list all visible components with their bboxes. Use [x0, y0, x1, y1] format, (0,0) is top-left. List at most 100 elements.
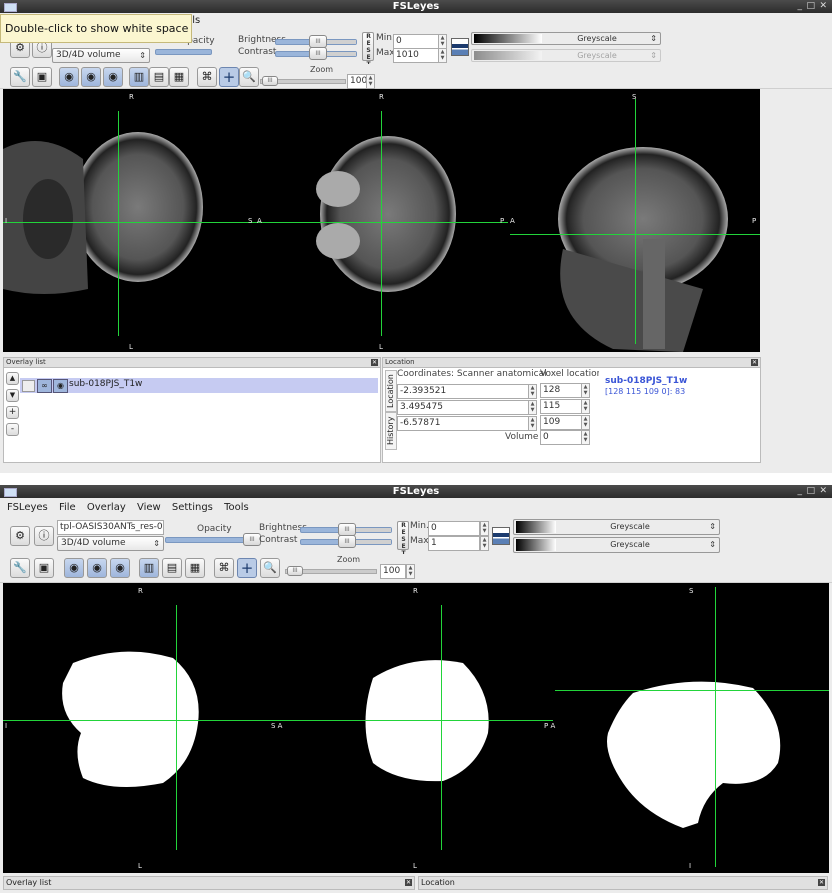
tab-history[interactable]: History — [385, 412, 397, 450]
maximize-icon[interactable]: □ — [806, 0, 815, 13]
coord-x-spinner[interactable]: ▲ ▼ — [528, 384, 537, 399]
voxel-y-spinner[interactable]: ▲ ▼ — [581, 399, 590, 414]
cursor-cross-icon[interactable]: + — [219, 67, 239, 87]
save-icon[interactable] — [22, 380, 35, 392]
volume-input[interactable]: 0 — [540, 430, 582, 445]
colormap-select[interactable]: Greyscale ⇕ — [513, 519, 720, 535]
vertical-layout-icon[interactable]: ▤ — [162, 558, 182, 578]
min-spinner[interactable]: ▲ ▼ — [480, 521, 489, 536]
minimize-icon[interactable]: _ — [798, 0, 803, 13]
info-button[interactable]: ⓘ — [34, 526, 54, 546]
max-spinner[interactable]: ▲ ▼ — [438, 48, 447, 63]
contrast-slider[interactable]: III — [300, 535, 392, 548]
axial-toggle-icon[interactable]: ◉ — [110, 558, 130, 578]
move-down-button[interactable]: ▼ — [6, 389, 19, 402]
close-icon[interactable]: ✕ — [818, 879, 825, 886]
zoom-spinner[interactable]: ▲ ▼ — [406, 564, 415, 579]
grid-layout-icon[interactable]: ▦ — [169, 67, 189, 87]
max-input[interactable]: 1 — [428, 536, 480, 551]
negative-colormap-select[interactable]: Greyscale ⇕ — [471, 49, 661, 62]
overlay-type-select[interactable]: 3D/4D volume ⇕ — [52, 48, 150, 63]
overlay-name-input[interactable]: tpl-OASIS30ANTs_res-01_labe — [57, 520, 164, 535]
close-icon[interactable]: ✕ — [819, 0, 827, 13]
min-input[interactable]: 0 — [428, 521, 480, 536]
horizontal-layout-icon[interactable]: ▥ — [129, 67, 149, 87]
vertical-layout-icon[interactable]: ▤ — [149, 67, 169, 87]
list-item[interactable]: ∞ ◉ sub-018PJS_T1w — [20, 378, 378, 393]
zoom-magnifier-icon[interactable]: 🔍 — [260, 558, 280, 578]
overlay-type-select[interactable]: 3D/4D volume ⇕ — [57, 536, 164, 551]
grid-layout-icon[interactable]: ▦ — [185, 558, 205, 578]
negative-colormap-select[interactable]: Greyscale ⇕ — [513, 537, 720, 553]
maximize-icon[interactable]: □ — [806, 485, 815, 498]
horizontal-layout-icon[interactable]: ▥ — [139, 558, 159, 578]
coord-y-spinner[interactable]: ▲ ▼ — [528, 400, 537, 415]
add-overlay-button[interactable]: + — [6, 406, 19, 419]
coord-z-spinner[interactable]: ▲ ▼ — [528, 416, 537, 431]
move-up-button[interactable]: ▲ — [6, 372, 19, 385]
ortho-canvas[interactable]: R L I S A R L P A S I — [3, 583, 829, 873]
coronal-toggle-icon[interactable]: ◉ — [81, 67, 101, 87]
camera-icon[interactable]: ▣ — [34, 558, 54, 578]
sagittal-toggle-icon[interactable]: ◉ — [59, 67, 79, 87]
remove-overlay-button[interactable]: - — [6, 423, 19, 436]
colormap-icon[interactable] — [451, 38, 469, 56]
voxel-z-input[interactable]: 109 — [540, 415, 582, 430]
voxel-y-input[interactable]: 115 — [540, 399, 582, 414]
camera-icon[interactable]: ▣ — [32, 67, 52, 87]
menu-file[interactable]: File — [59, 502, 76, 513]
close-icon[interactable]: ✕ — [819, 485, 827, 498]
max-input[interactable]: 1010 — [393, 48, 439, 63]
sagittal-toggle-icon[interactable]: ◉ — [64, 558, 84, 578]
menu-fsleyes[interactable]: FSLeyes — [7, 502, 48, 513]
min-spinner[interactable]: ▲ ▼ — [438, 34, 447, 49]
brightness-slider[interactable]: III — [275, 35, 357, 48]
opacity-slider[interactable] — [165, 537, 247, 543]
zoom-slider[interactable]: III — [285, 566, 377, 576]
wrench-icon[interactable]: 🔧 — [10, 67, 30, 87]
menu-overlay[interactable]: Overlay — [87, 502, 126, 513]
visibility-eye-icon[interactable]: ◉ — [53, 379, 68, 393]
voxel-x-input[interactable]: 128 — [540, 383, 582, 398]
axial-toggle-icon[interactable]: ◉ — [103, 67, 123, 87]
coronal-toggle-icon[interactable]: ◉ — [87, 558, 107, 578]
movie-mode-icon[interactable]: ⌘ — [197, 67, 217, 87]
reset-button[interactable]: RESET — [362, 32, 374, 68]
zoom-input[interactable]: 100 — [347, 74, 367, 89]
max-spinner[interactable]: ▲ ▼ — [480, 536, 489, 551]
menu-settings[interactable]: Settings — [172, 502, 213, 513]
close-icon[interactable]: ✕ — [751, 359, 758, 366]
title-bar[interactable]: FSLeyes _ □ ✕ — [0, 0, 832, 13]
coord-y-input[interactable]: 3.495475 — [397, 400, 529, 415]
wrench-icon[interactable]: 🔧 — [10, 558, 30, 578]
volume-spinner[interactable]: ▲ ▼ — [581, 430, 590, 445]
min-input[interactable]: 0 — [393, 34, 439, 49]
zoom-slider[interactable]: III — [260, 76, 346, 86]
voxel-x-spinner[interactable]: ▲ ▼ — [581, 383, 590, 398]
menu-view[interactable]: View — [137, 502, 161, 513]
link-icon[interactable]: ∞ — [37, 379, 52, 393]
coord-x-input[interactable]: -2.393521 — [397, 384, 529, 399]
contrast-slider[interactable]: III — [275, 47, 357, 60]
title-bar[interactable]: FSLeyes _ □ ✕ — [0, 485, 832, 498]
close-icon[interactable]: ✕ — [405, 879, 412, 886]
zoom-spinner[interactable]: ▲ ▼ — [366, 74, 375, 89]
voxel-z-spinner[interactable]: ▲ ▼ — [581, 415, 590, 430]
colormap-select[interactable]: Greyscale ⇕ — [471, 32, 661, 45]
zoom-magnifier-icon[interactable]: 🔍 — [239, 67, 259, 87]
coord-z-input[interactable]: -6.57871 — [397, 416, 529, 431]
movie-mode-icon[interactable]: ⌘ — [214, 558, 234, 578]
tab-location[interactable]: Location — [385, 370, 397, 412]
zoom-input[interactable]: 100 — [380, 564, 406, 579]
menu-tools[interactable]: Tools — [224, 502, 249, 513]
tooltip: Double-click to show white space — [0, 14, 192, 43]
brightness-slider[interactable]: III — [300, 523, 392, 536]
minimize-icon[interactable]: _ — [798, 485, 803, 498]
reset-button[interactable]: RESET — [397, 521, 409, 557]
ortho-canvas[interactable]: R L I S R L A P S A P — [3, 89, 760, 352]
opacity-slider[interactable] — [155, 49, 212, 55]
cursor-cross-icon[interactable]: + — [237, 558, 257, 578]
close-icon[interactable]: ✕ — [371, 359, 378, 366]
settings-gear-button[interactable]: ⚙ — [10, 526, 30, 546]
colormap-icon[interactable] — [492, 527, 510, 545]
